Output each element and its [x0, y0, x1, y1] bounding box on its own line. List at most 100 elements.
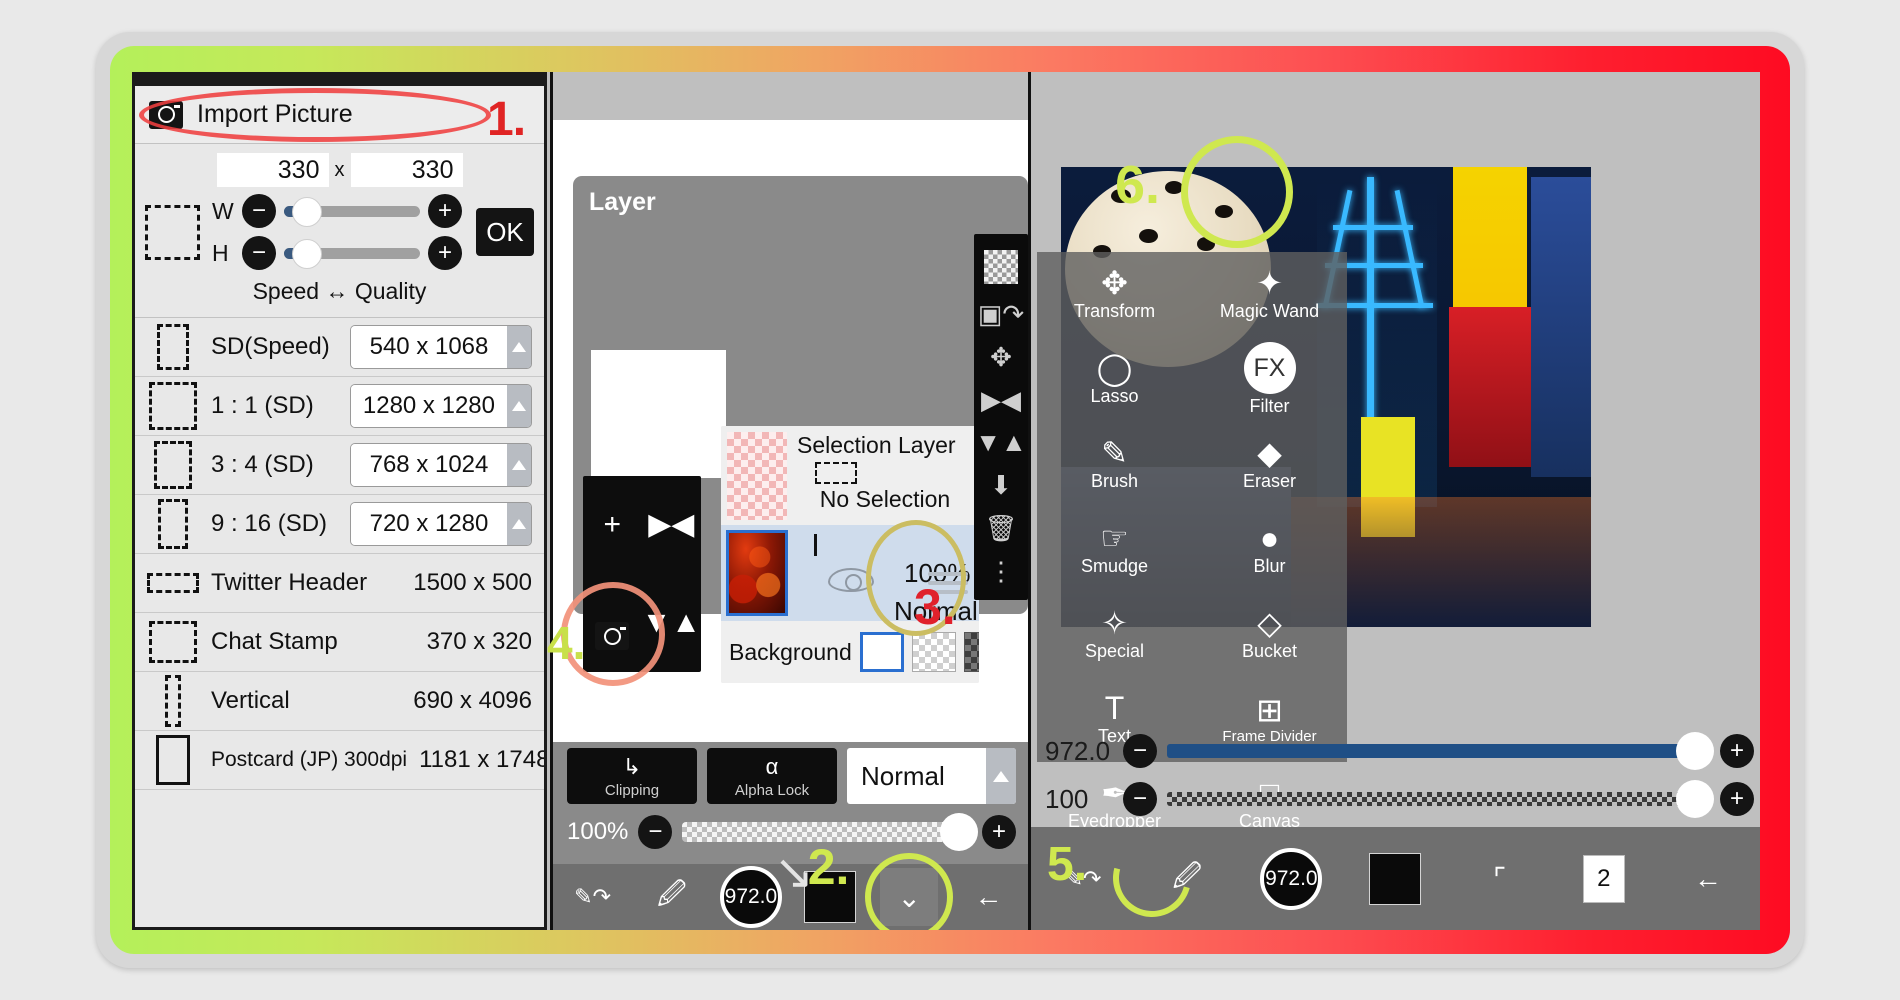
- brush-opacity-value: 100: [1045, 783, 1089, 814]
- preset-row[interactable]: SD(Speed) 540 x 1068: [135, 318, 544, 377]
- flip-horizontal-icon[interactable]: ▶◀: [981, 387, 1021, 413]
- preset-row[interactable]: 1 : 1 (SD) 1280 x 1280: [135, 377, 544, 436]
- width-input[interactable]: 330: [216, 153, 329, 187]
- background-dark-checker-swatch[interactable]: [963, 632, 979, 672]
- preset-size-icon: [147, 621, 199, 663]
- opacity-slider-knob[interactable]: [940, 813, 978, 851]
- preset-dimension-stepper[interactable]: 720 x 1280: [350, 502, 532, 546]
- preset-name: Twitter Header: [211, 569, 368, 596]
- text-cursor: [814, 534, 817, 556]
- caret-up-icon[interactable]: [507, 503, 531, 545]
- preset-name: SD(Speed): [211, 333, 330, 360]
- tool-bucket[interactable]: ◇ Bucket: [1192, 592, 1347, 677]
- height-plus-button[interactable]: +: [428, 236, 462, 270]
- background-white-swatch[interactable]: [859, 632, 904, 672]
- image-layer-row[interactable]: 100% Normal 3.: [721, 520, 979, 636]
- chevron-up-icon[interactable]: [986, 748, 1016, 804]
- back-arrow-icon[interactable]: ←: [1656, 863, 1760, 895]
- caret-up-icon[interactable]: [507, 385, 531, 427]
- eraser-icon: ◆: [1257, 435, 1282, 471]
- tool-label: Lasso: [1090, 386, 1139, 406]
- rotate-copy-icon[interactable]: ▣↷: [978, 301, 1024, 327]
- width-label: W: [212, 197, 234, 224]
- alpha-lock-button[interactable]: α Alpha Lock: [707, 748, 837, 804]
- preset-dimension-stepper[interactable]: 1280 x 1280: [349, 384, 532, 428]
- size-fields: 330 x 330: [135, 152, 544, 188]
- tool-eraser[interactable]: ◆ Eraser: [1192, 422, 1347, 507]
- height-slider-knob[interactable]: [292, 238, 322, 269]
- preset-row[interactable]: Chat Stamp 370 x 320: [135, 613, 544, 672]
- brush-size-button[interactable]: 972.0: [1239, 847, 1343, 910]
- width-slider[interactable]: [284, 196, 420, 227]
- merge-down-icon[interactable]: ⬇: [990, 472, 1012, 498]
- clipping-button[interactable]: ↳ Clipping: [567, 748, 697, 804]
- back-arrow-icon[interactable]: ←: [949, 881, 1028, 913]
- width-slider-knob[interactable]: [292, 196, 322, 227]
- tool-magic-wand[interactable]: ✦ Magic Wand: [1192, 252, 1347, 337]
- page-badge: 2: [1582, 854, 1625, 903]
- height-slider[interactable]: [284, 238, 420, 269]
- opacity-plus-button[interactable]: +: [1720, 782, 1754, 816]
- size-plus-button[interactable]: +: [1720, 734, 1754, 768]
- tool-transform[interactable]: ✥ Transform: [1037, 252, 1192, 337]
- width-slider-row: W − +: [212, 190, 462, 232]
- size-minus-button[interactable]: −: [1123, 734, 1157, 768]
- preset-dimension-stepper[interactable]: 540 x 1068: [350, 325, 532, 369]
- move-icon[interactable]: ✥: [990, 344, 1012, 370]
- brush-icon[interactable]: 🖉: [632, 873, 711, 921]
- caret-up-icon[interactable]: [507, 444, 531, 486]
- times-symbol: x: [334, 158, 345, 181]
- more-options-icon[interactable]: ⋮: [988, 558, 1014, 584]
- opacity-slider[interactable]: [1167, 780, 1714, 818]
- tool-filter[interactable]: FX Filter: [1192, 337, 1347, 422]
- preset-dimension-value: 370 x 320: [426, 628, 532, 655]
- width-minus-button[interactable]: −: [242, 194, 276, 228]
- preset-row[interactable]: Postcard (JP) 300dpi 1181 x 1748: [135, 731, 544, 790]
- preset-name: Postcard (JP) 300dpi: [211, 748, 408, 771]
- tool-brush[interactable]: ✎ Brush: [1037, 422, 1192, 507]
- collapse-toolbar-button[interactable]: ↘ 2. ⌄: [774, 839, 954, 930]
- trash-icon[interactable]: 🗑: [984, 515, 1017, 541]
- annotation-number-4: 4.: [547, 617, 586, 669]
- tool-label: Brush: [1090, 471, 1139, 491]
- size-slider-knob[interactable]: [1676, 732, 1714, 770]
- width-plus-button[interactable]: +: [428, 194, 462, 228]
- tool-smudge[interactable]: ☞ Smudge: [1037, 507, 1192, 592]
- alpha-lock-label: Alpha Lock: [734, 781, 810, 799]
- height-label: H: [212, 239, 229, 266]
- brush-size-value: 972.0: [719, 866, 782, 928]
- opacity-plus-button[interactable]: +: [982, 815, 1016, 849]
- opacity-minus-button[interactable]: −: [638, 815, 673, 849]
- opacity-slider-knob[interactable]: [1676, 780, 1714, 818]
- preset-row[interactable]: 9 : 16 (SD) 720 x 1280: [135, 495, 544, 554]
- page-badge-button[interactable]: 2: [1552, 854, 1656, 903]
- canvas-preview-icon: [145, 204, 200, 260]
- size-slider[interactable]: [1167, 732, 1714, 770]
- ruler-icon[interactable]: ⌜: [1448, 862, 1552, 895]
- opacity-minus-button[interactable]: −: [1123, 782, 1157, 816]
- layer-mode-row: ↳ Clipping α Alpha Lock Normal: [567, 748, 1016, 804]
- preset-row[interactable]: 3 : 4 (SD) 768 x 1024: [135, 436, 544, 495]
- preset-row[interactable]: Twitter Header 1500 x 500: [135, 554, 544, 613]
- selection-layer-row[interactable]: Selection Layer No Selection: [721, 426, 979, 525]
- caret-up-icon[interactable]: [507, 326, 531, 368]
- checkerboard-icon[interactable]: [984, 250, 1018, 285]
- add-layer-icon[interactable]: +: [604, 510, 622, 540]
- flip-vertical-icon[interactable]: ▼▲: [975, 429, 1026, 455]
- tool-lasso[interactable]: ◯ Lasso: [1037, 337, 1192, 422]
- blend-mode-select[interactable]: Normal: [847, 748, 1016, 804]
- middle-pane: Layer + ▶◀ + ▼▲ 4. Sele: [547, 72, 1028, 930]
- flip-horizontal-icon[interactable]: ▶◀: [648, 510, 694, 540]
- height-input[interactable]: 330: [350, 153, 463, 187]
- import-picture-row[interactable]: Import Picture 1.: [135, 86, 544, 146]
- preset-dimension-stepper[interactable]: 768 x 1024: [350, 443, 532, 487]
- preset-list: SD(Speed) 540 x 1068 1 : 1 (SD) 1280 x 1280…: [135, 318, 544, 927]
- ok-button[interactable]: OK: [476, 208, 534, 256]
- background-light-checker-swatch[interactable]: [911, 632, 956, 672]
- height-minus-button[interactable]: −: [242, 236, 276, 270]
- color-swatch-button[interactable]: [1343, 852, 1447, 905]
- tool-blur[interactable]: ● Blur: [1192, 507, 1347, 592]
- preset-row[interactable]: Vertical 690 x 4096: [135, 672, 544, 731]
- undo-redo-icon[interactable]: ✎↷: [553, 884, 632, 910]
- tool-special[interactable]: ✧ Special: [1037, 592, 1192, 677]
